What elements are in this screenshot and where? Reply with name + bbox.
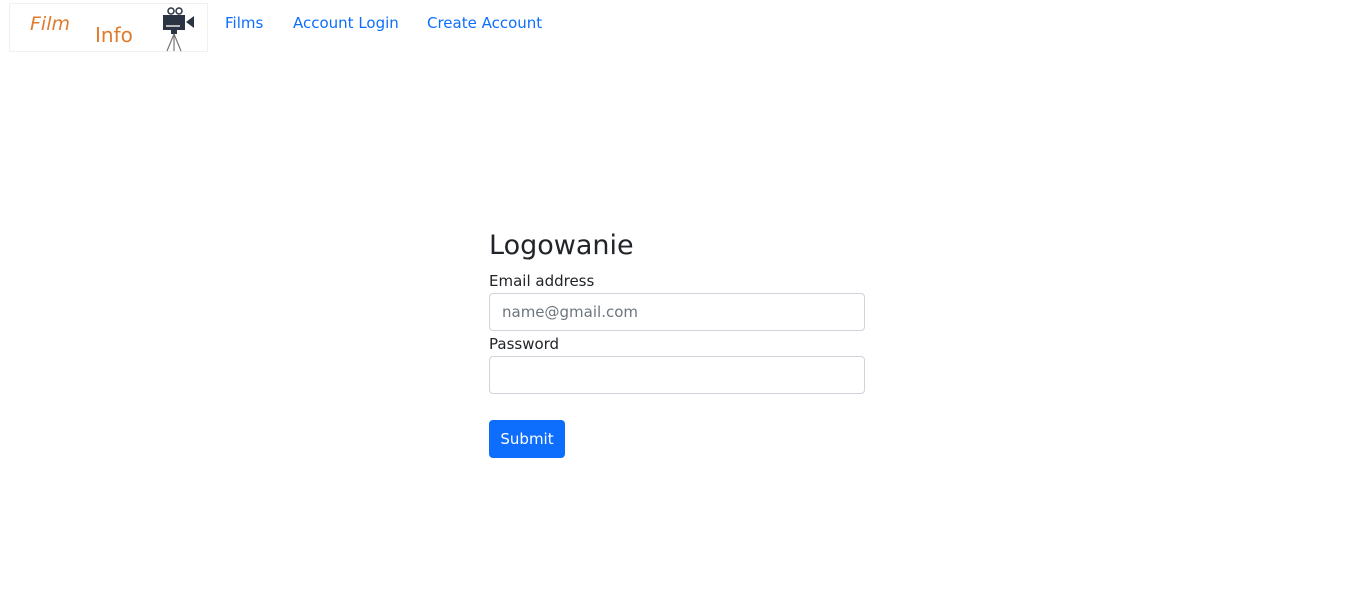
nav-link-films[interactable]: Films [225,14,263,32]
logo[interactable]: Film Info [9,3,208,52]
password-field[interactable] [489,356,865,394]
logo-text-info: Info [95,23,133,47]
email-field[interactable] [489,293,865,331]
nav-link-account-login[interactable]: Account Login [293,14,399,32]
page-title: Logowanie [489,230,634,261]
password-label: Password [489,335,560,353]
movie-camera-icon [163,7,194,52]
logo-text-film: Film [30,13,70,35]
submit-button[interactable]: Submit [489,420,565,458]
login-form: Logowanie Email address Password Submit [489,228,865,458]
email-label: Email address [489,272,595,290]
nav-link-create-account[interactable]: Create Account [427,14,542,32]
